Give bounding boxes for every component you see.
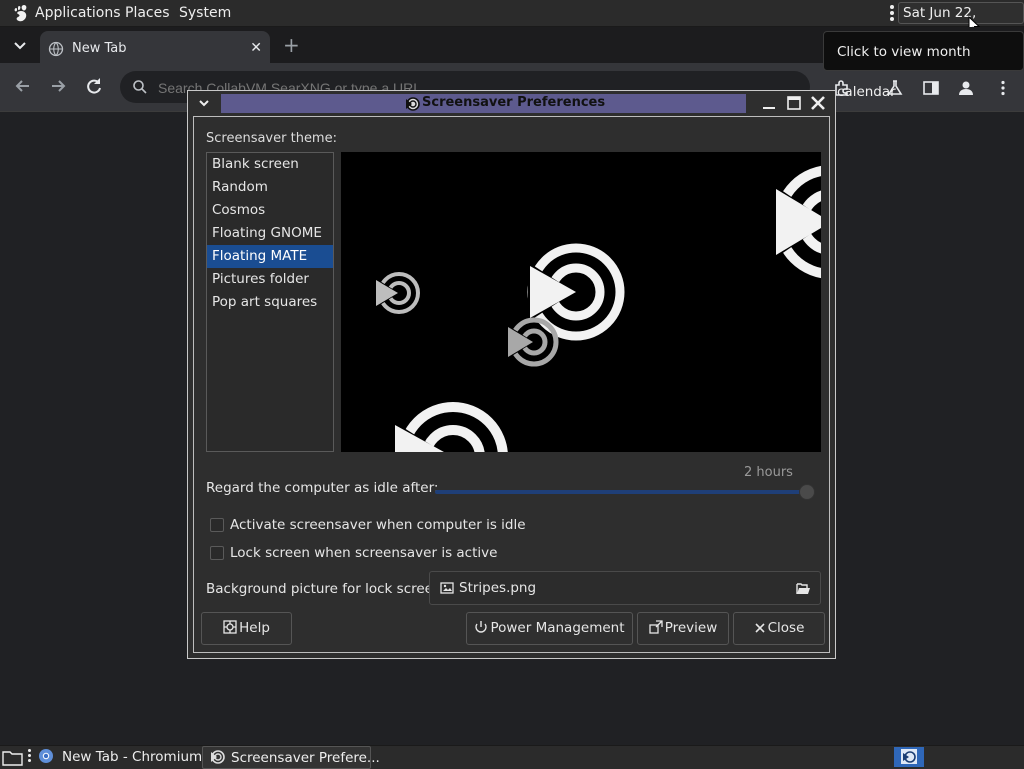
background-file-chooser[interactable]: Stripes.png [429,571,821,605]
clock[interactable]: Sat Jun 22, 11:59 AM [898,2,1024,41]
slider-handle[interactable] [799,484,815,500]
preview-button[interactable]: Preview [637,612,729,645]
task-label: Screensaver Prefere... [231,750,380,766]
slider-trough [435,490,807,494]
close-icon [754,622,766,634]
top-panel: Applications Places System Sat Jun 22, 1… [0,0,1024,41]
gnome-foot-icon[interactable] [10,2,32,24]
dialog-titlebar[interactable]: Screensaver Preferences [188,91,835,116]
close-label: Close [767,620,805,636]
file-name: Stripes.png [459,580,537,596]
help-label: Help [239,620,270,636]
screensaver-app-icon [404,96,420,112]
folder-open-icon[interactable] [795,580,811,596]
theme-item-pictures-folder[interactable]: Pictures folder [207,268,333,291]
close-button[interactable]: Close [733,612,825,645]
tab-title: New Tab [72,41,127,56]
profile-icon[interactable] [957,79,975,97]
activate-label: Activate screensaver when computer is id… [230,517,526,533]
screensaver-tray-icon[interactable] [894,747,924,767]
dialog-title: Screensaver Preferences [422,95,606,110]
reload-icon[interactable] [83,75,105,97]
theme-list[interactable]: Blank screen Random Cosmos Floating GNOM… [206,152,334,452]
mate-logo-icon [507,317,559,367]
idle-time-slider[interactable] [435,484,815,500]
mate-logo-icon [393,402,508,452]
theme-item-floating-gnome[interactable]: Floating GNOME [207,222,333,245]
theme-label: Screensaver theme: [206,131,337,146]
theme-item-cosmos[interactable]: Cosmos [207,199,333,222]
menu-places[interactable]: Places [125,5,170,21]
forward-icon[interactable] [47,75,69,97]
menu-applications[interactable]: Applications [35,5,121,21]
screensaver-dialog: Screensaver Preferences Screensaver them… [187,90,836,659]
fullscreen-icon [649,620,663,634]
search-icon [132,79,148,95]
calendar-tooltip: Click to view month calendar [823,31,1024,100]
screensaver-app-icon [209,749,225,765]
chromium-icon [38,748,54,764]
globe-icon [48,41,64,57]
background-picture-label: Background picture for lock screen: [206,581,447,597]
show-desktop-icon[interactable] [2,749,24,767]
back-icon[interactable] [12,75,34,97]
close-icon[interactable]: ✕ [250,40,262,56]
tab-new-tab[interactable]: New Tab ✕ [40,31,270,65]
help-icon [223,620,237,634]
tab-search-icon[interactable] [10,35,30,55]
lock-label: Lock screen when screensaver is active [230,545,498,561]
minimize-icon[interactable] [761,95,777,111]
panel-handle-icon [28,749,32,765]
theme-item-blank-screen[interactable]: Blank screen [207,153,333,176]
panel-handle-icon [889,5,895,21]
dialog-body: Screensaver theme: Blank screen Random C… [193,116,830,653]
mate-logo-icon [774,165,821,279]
maximize-icon[interactable] [786,95,802,111]
power-icon [474,620,488,634]
menu-system[interactable]: System [179,5,231,21]
screensaver-preview [341,152,821,452]
theme-item-pop-art-squares[interactable]: Pop art squares [207,291,333,314]
checkbox[interactable] [210,518,224,532]
preview-label: Preview [664,620,718,636]
side-panel-icon[interactable] [922,79,940,97]
close-icon[interactable] [810,95,826,111]
mate-logo-icon [375,272,420,314]
taskbar-item-screensaver[interactable]: Screensaver Prefere... [202,746,380,769]
more-menu-icon[interactable] [994,79,1012,97]
help-button[interactable]: Help [201,612,292,645]
idle-label: Regard the computer as idle after: [206,480,439,496]
taskbar-item-chromium[interactable]: New Tab - Chromium [38,746,202,769]
theme-item-random[interactable]: Random [207,176,333,199]
checkbox[interactable] [210,546,224,560]
new-tab-button[interactable]: + [283,33,300,57]
image-file-icon [440,581,454,595]
power-label: Power Management [490,620,625,636]
theme-item-floating-mate[interactable]: Floating MATE [207,245,333,268]
window-menu-icon[interactable] [198,97,210,109]
power-management-button[interactable]: Power Management [466,612,633,645]
bottom-panel: New Tab - Chromium Screensaver Prefere..… [0,745,1024,769]
idle-time-value: 2 hours [744,465,793,480]
task-label: New Tab - Chromium [62,749,203,765]
